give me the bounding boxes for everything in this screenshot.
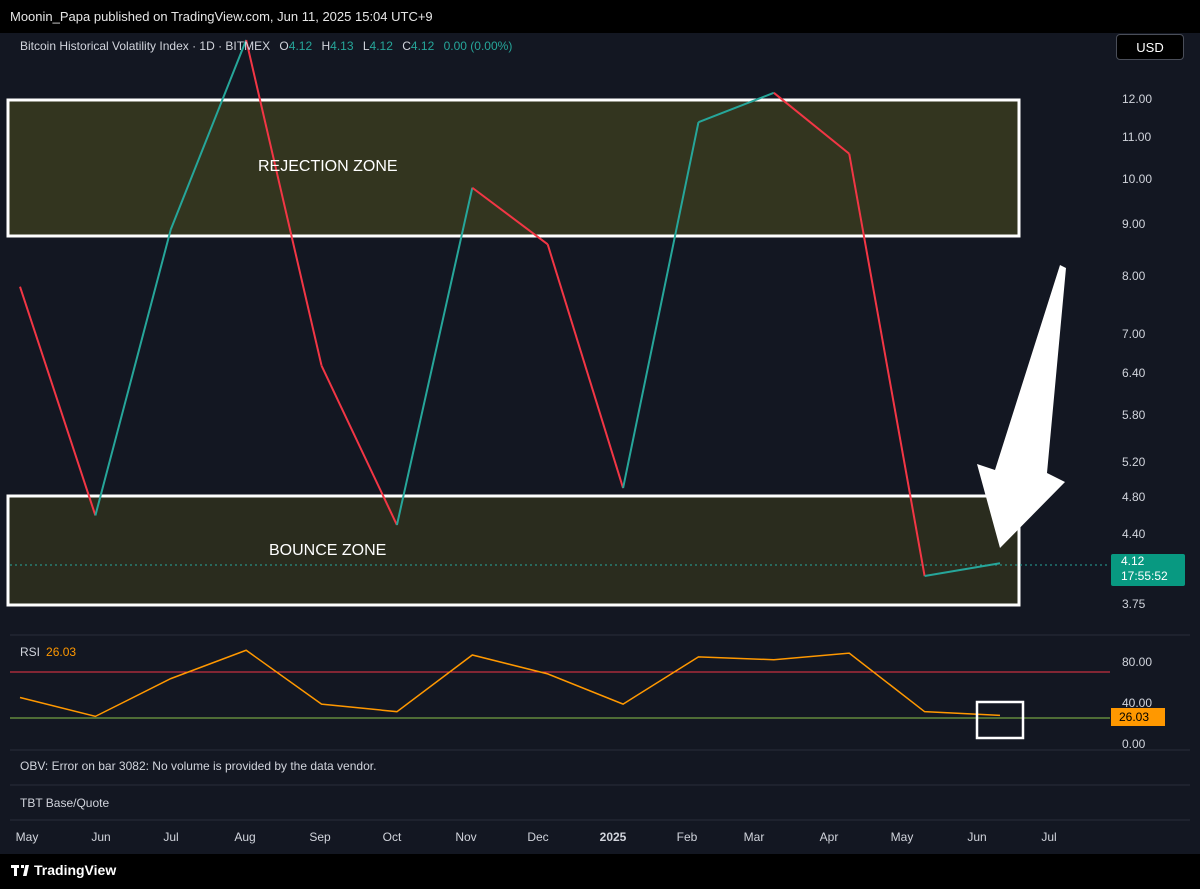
price-tick: 4.80 (1122, 490, 1146, 504)
price-tick: 5.80 (1122, 408, 1146, 422)
price-tick: 6.40 (1122, 366, 1146, 380)
price-tick: 4.40 (1122, 527, 1146, 541)
price-segment (19, 286, 97, 516)
rsi-series (19, 649, 1001, 718)
close-value: 4.12 (410, 39, 435, 53)
price-tick: 7.00 (1122, 327, 1146, 341)
close-label: C (402, 39, 411, 53)
change-value: 0.00 (0.00%) (443, 39, 513, 53)
price-tick: 12.00 (1122, 92, 1153, 106)
time-tick: Jul (1041, 830, 1057, 844)
bounce-zone-label: BOUNCE ZONE (269, 542, 387, 559)
low-value: 4.12 (369, 39, 393, 53)
tradingview-brand: TradingView (34, 862, 117, 878)
rsi-label: RSI (20, 645, 41, 659)
low-label: L (362, 39, 370, 53)
rsi-highlight-box (975, 700, 1025, 740)
price-segment (94, 229, 172, 516)
time-tick: May (15, 830, 39, 844)
rsi-legend[interactable]: RSI 26.03 (20, 645, 76, 659)
time-tick-year: 2025 (599, 830, 627, 844)
time-tick: Nov (455, 830, 477, 844)
high-value: 4.13 (330, 39, 354, 53)
time-tick: Sep (309, 830, 331, 844)
rejection-zone-label: REJECTION ZONE (258, 158, 398, 175)
time-tick: Feb (676, 830, 698, 844)
time-tick: Jun (91, 830, 111, 844)
time-tick: Mar (743, 830, 765, 844)
down-arrow (977, 265, 1066, 548)
rsi-value: 26.03 (46, 645, 77, 659)
price-segment (395, 187, 474, 526)
price-tick: 9.00 (1122, 217, 1146, 231)
time-tick: May (890, 830, 914, 844)
currency-button[interactable]: USD (1116, 34, 1184, 60)
price-tick: 3.75 (1122, 597, 1146, 611)
rejection-zone-box (6, 98, 1021, 238)
time-tick: Apr (819, 830, 839, 844)
tbt-indicator-label: TBT Base/Quote (20, 796, 110, 810)
footer-bar (0, 854, 1200, 889)
rsi-tick: 0.00 (1122, 737, 1146, 751)
rsi-line (19, 649, 1001, 718)
last-price-value: 4.12 (1121, 554, 1145, 568)
rsi-value-tag: 26.03 (1111, 708, 1165, 726)
high-label: H (321, 39, 331, 53)
price-segment (546, 244, 625, 489)
price-tick: 11.00 (1122, 130, 1152, 144)
symbol-title: Bitcoin Historical Volatility Index · 1D… (20, 39, 271, 53)
time-tick: Aug (234, 830, 256, 844)
tradingview-logo-icon (11, 865, 29, 876)
bounce-zone-box (6, 494, 1021, 607)
chart-svg (6, 39, 1190, 821)
obv-error-text: OBV: Error on bar 3082: No volume is pro… (20, 759, 377, 773)
symbol-legend[interactable]: Bitcoin Historical Volatility Index · 1D… (20, 39, 512, 53)
time-tick: Jun (967, 830, 987, 844)
time-tick: Dec (527, 830, 549, 844)
price-tick: 10.00 (1122, 172, 1153, 186)
open-value: 4.12 (288, 39, 313, 53)
price-tick: 5.20 (1122, 455, 1146, 469)
last-price-tag: 4.12 17:55:52 (1111, 554, 1185, 586)
time-tick: Jul (163, 830, 179, 844)
price-tick: 8.00 (1122, 269, 1146, 283)
bar-countdown: 17:55:52 (1121, 569, 1168, 583)
rsi-tick: 80.00 (1122, 655, 1153, 669)
time-tick: Oct (382, 830, 402, 844)
tradingview-logo[interactable]: TradingView (11, 862, 116, 878)
open-label: O (279, 39, 289, 53)
